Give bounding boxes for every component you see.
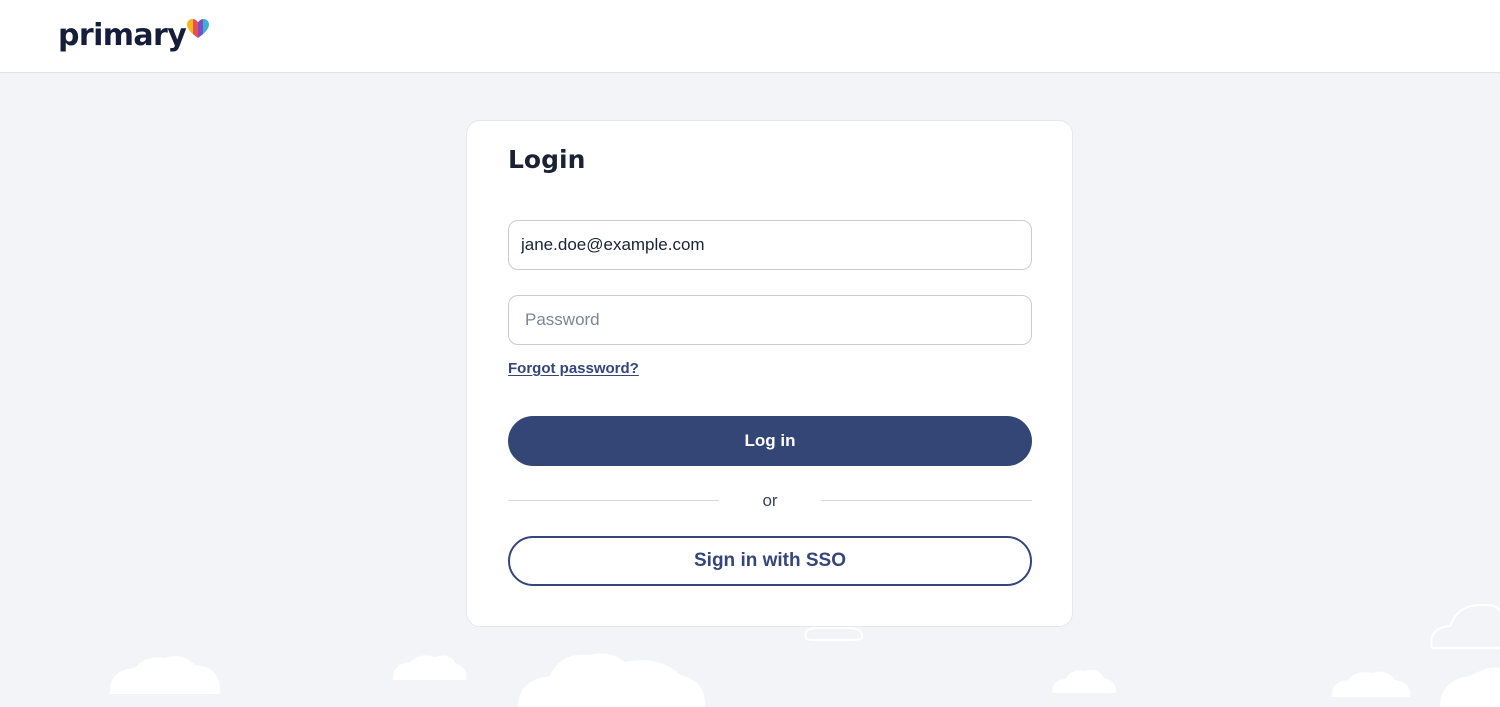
heart-logo-icon	[187, 19, 210, 38]
password-field[interactable]	[508, 295, 1032, 345]
logo-text: primary	[58, 18, 187, 53]
or-label: or	[762, 491, 778, 510]
login-card: Login Forgot password? Log in or Sign in…	[466, 120, 1073, 627]
page-title: Login	[508, 145, 586, 174]
email-field[interactable]	[508, 220, 1032, 270]
login-button[interactable]: Log in	[508, 416, 1032, 466]
divider-line-right	[821, 500, 1032, 501]
or-divider: or	[508, 489, 1032, 513]
top-header: primary	[0, 0, 1500, 73]
sso-button[interactable]: Sign in with SSO	[508, 536, 1032, 586]
primary-logo[interactable]: primary	[58, 14, 210, 58]
forgot-password-link[interactable]: Forgot password?	[508, 360, 639, 377]
